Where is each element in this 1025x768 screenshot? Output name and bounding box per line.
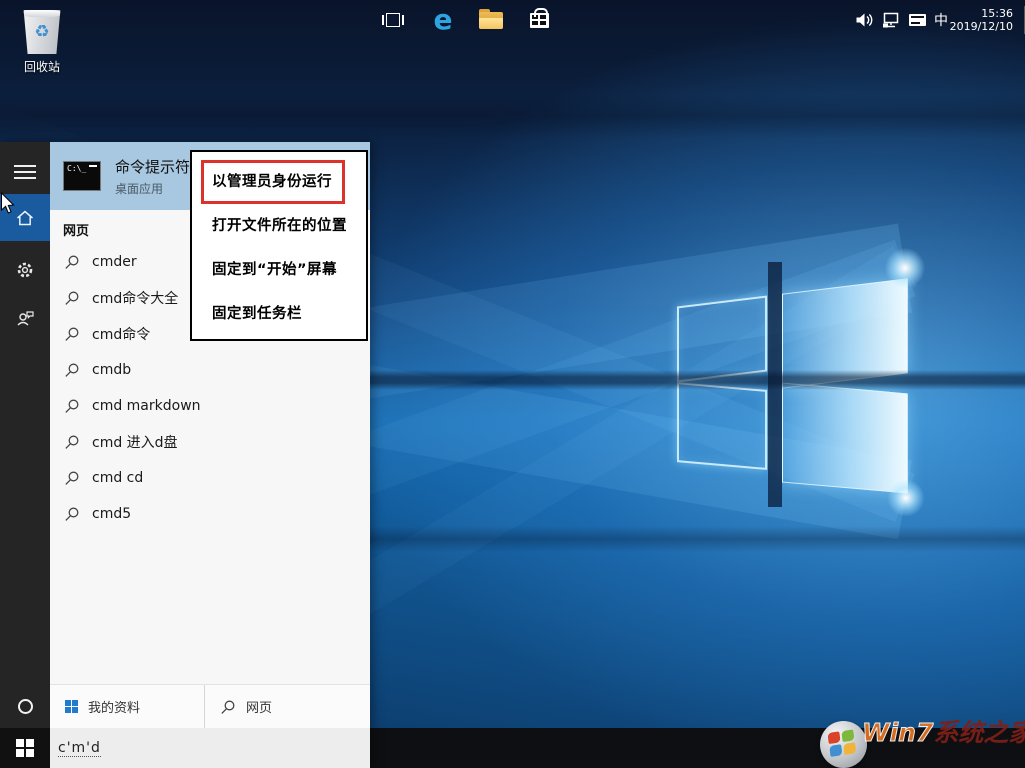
menu-item-pin-to-start[interactable]: 固定到“开始”屏幕 [192, 246, 366, 290]
suggestion-label: cmdb [92, 362, 131, 378]
suggestion-label: cmd 进入d盘 [92, 432, 178, 452]
cortana-icon [18, 699, 33, 714]
corner-glow [877, 240, 933, 296]
windows-start-icon [16, 739, 34, 757]
ethernet-network-icon [882, 12, 900, 28]
search-icon [64, 254, 80, 270]
windows-logo-gap [768, 262, 782, 507]
suggestion-label: cmd cd [92, 470, 143, 486]
command-prompt-icon: C:\_ [63, 161, 101, 191]
search-query-text: c'm'd [58, 740, 101, 757]
search-icon [64, 470, 80, 486]
store-taskbar-button[interactable] [518, 0, 560, 40]
suggestion-label: cmder [92, 254, 137, 270]
menu-item-run-as-admin[interactable]: 以管理员身份运行 [192, 158, 366, 202]
search-suggestion[interactable]: cmdb [50, 352, 370, 388]
clock-time: 15:36 [981, 7, 1013, 20]
watermark-site: 系统之家 [933, 718, 1025, 747]
hamburger-menu-button[interactable] [0, 152, 50, 192]
recycle-symbol-icon: ♻ [22, 22, 62, 42]
search-input[interactable]: c'm'd [50, 728, 370, 768]
context-menu: 以管理员身份运行 打开文件所在的位置 固定到“开始”屏幕 固定到任务栏 [190, 150, 368, 341]
network-button[interactable] [877, 0, 905, 40]
mouse-cursor [0, 192, 16, 216]
volume-button[interactable] [851, 0, 877, 40]
suggestion-label: cmd命令 [92, 324, 150, 344]
clock-date: 2019/12/10 [950, 20, 1013, 33]
search-rail [0, 142, 50, 768]
suggestion-label: cmd markdown [92, 398, 201, 414]
search-icon [64, 362, 80, 378]
web-search-label: 网页 [246, 697, 272, 716]
panel-spacer [50, 532, 370, 684]
edge-taskbar-button[interactable]: e [422, 0, 464, 40]
cortana-button[interactable] [0, 686, 50, 726]
edge-icon: e [434, 6, 453, 34]
menu-item-pin-to-taskbar[interactable]: 固定到任务栏 [192, 290, 366, 334]
person-feedback-icon [15, 308, 35, 328]
file-explorer-icon [479, 12, 503, 29]
wallpaper-band [0, 94, 1025, 138]
my-stuff-button[interactable]: 我的资料 [50, 685, 205, 728]
hamburger-icon [14, 161, 36, 183]
task-view-button[interactable] [372, 0, 414, 40]
search-suggestion[interactable]: cmd5 [50, 496, 370, 532]
suggestion-label: cmd5 [92, 506, 131, 522]
windows-logo-pane [677, 382, 767, 470]
settings-button[interactable] [0, 250, 50, 290]
clock[interactable]: 15:36 2019/12/10 [955, 0, 1013, 40]
recycle-bin-label: 回收站 [14, 58, 70, 75]
touch-keyboard-button[interactable] [905, 0, 929, 40]
search-icon [64, 326, 80, 342]
home-icon [15, 208, 35, 228]
result-title: 命令提示符 [115, 156, 190, 177]
win7-site-logo-watermark [820, 721, 867, 768]
search-icon [220, 699, 236, 715]
web-search-button[interactable]: 网页 [205, 685, 272, 728]
search-suggestion[interactable]: cmd 进入d盘 [50, 424, 370, 460]
feedback-button[interactable] [0, 298, 50, 338]
task-view-icon [382, 12, 404, 28]
file-explorer-taskbar-button[interactable] [470, 0, 512, 40]
watermark-text: Win7系统之家 [862, 713, 1025, 749]
start-button[interactable] [0, 728, 50, 768]
watermark-brand: Win7 [862, 718, 933, 747]
store-icon [530, 13, 549, 28]
suggestion-label: cmd命令大全 [92, 288, 178, 308]
search-icon [64, 290, 80, 306]
search-scope-bar: 我的资料 网页 [50, 684, 370, 728]
volume-icon [855, 12, 873, 28]
search-icon [64, 506, 80, 522]
recycle-bin-shortcut[interactable]: ♻ 回收站 [14, 10, 70, 75]
gear-icon [15, 260, 35, 280]
my-stuff-label: 我的资料 [88, 697, 140, 716]
menu-item-open-file-location[interactable]: 打开文件所在的位置 [192, 202, 366, 246]
search-icon [64, 434, 80, 450]
windows-flag-icon [827, 729, 858, 759]
result-subtitle: 桌面应用 [115, 180, 190, 197]
corner-glow [880, 472, 932, 524]
recycle-bin-icon: ♻ [22, 10, 62, 54]
my-stuff-windows-icon [65, 700, 78, 713]
touch-keyboard-icon [909, 14, 926, 26]
search-icon [64, 398, 80, 414]
search-suggestion[interactable]: cmd markdown [50, 388, 370, 424]
search-suggestion[interactable]: cmd cd [50, 460, 370, 496]
